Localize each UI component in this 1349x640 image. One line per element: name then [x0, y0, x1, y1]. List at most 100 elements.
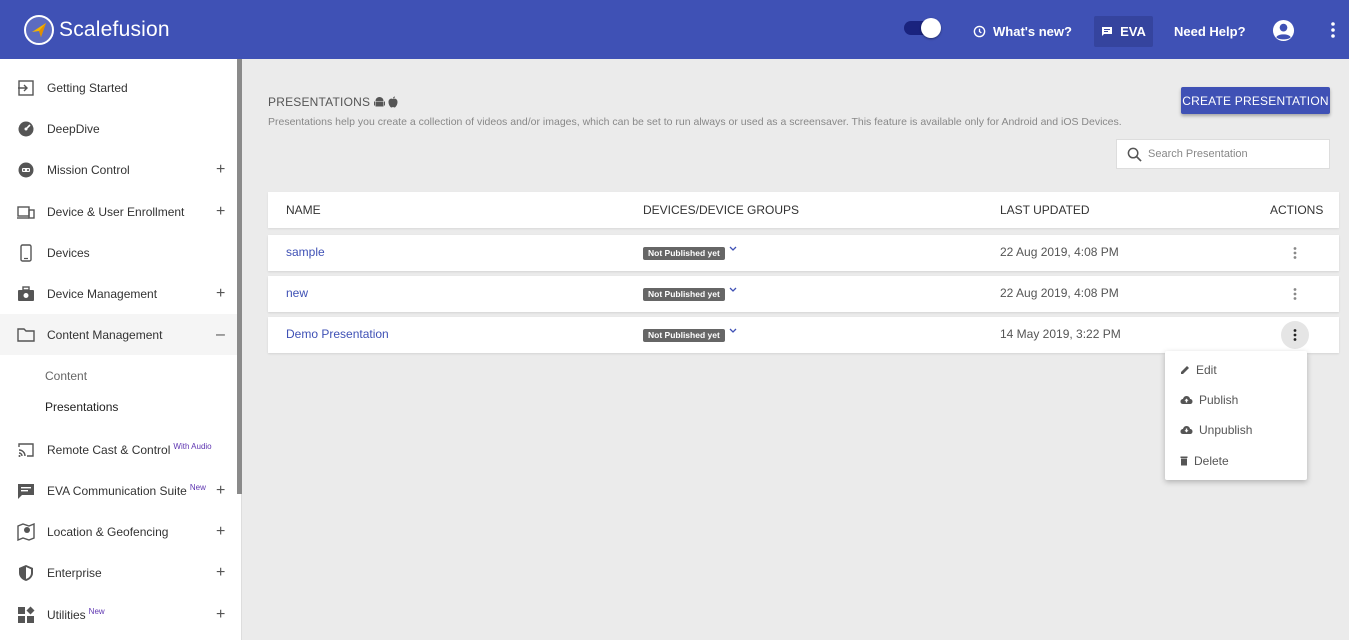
presentation-name-link[interactable]: sample: [286, 245, 325, 259]
robot-icon: [18, 162, 34, 178]
more-vert-icon[interactable]: [1330, 22, 1336, 38]
menu-item-publish[interactable]: Publish: [1165, 385, 1307, 415]
expand-icon[interactable]: +: [216, 606, 225, 624]
sidebar-subitem-presentations[interactable]: Presentations: [45, 400, 118, 414]
table-row: new Not Published yet 22 Aug 2019, 4:08 …: [268, 276, 1339, 312]
need-help-label: Need Help?: [1174, 23, 1246, 39]
menu-item-unpublish[interactable]: Unpublish: [1165, 415, 1307, 445]
menu-item-label: Publish: [1199, 393, 1239, 407]
last-updated: 22 Aug 2019, 4:08 PM: [1000, 286, 1119, 300]
last-updated: 14 May 2019, 3:22 PM: [1000, 327, 1121, 341]
column-header-last-updated[interactable]: LAST UPDATED: [1000, 203, 1090, 217]
chevron-down-icon[interactable]: [729, 287, 737, 293]
exit-to-app-icon: [18, 80, 34, 96]
toggle-knob: [921, 18, 941, 38]
brand-name: Scalefusion: [59, 18, 170, 41]
account-icon[interactable]: [1272, 19, 1295, 42]
page-description: Presentations help you create a collecti…: [268, 116, 1122, 128]
sidebar-item-location[interactable]: Location & Geofencing +: [0, 511, 237, 552]
expand-icon[interactable]: +: [216, 482, 225, 500]
chevron-down-icon[interactable]: [729, 246, 737, 252]
page-title-text: PRESENTATIONS: [268, 95, 371, 109]
menu-item-delete[interactable]: Delete: [1165, 446, 1307, 476]
sidebar-item-device-management[interactable]: Device Management +: [0, 273, 237, 314]
theme-toggle[interactable]: [904, 18, 941, 38]
top-app-bar: Scalefusion What's new? EVA Need Help?: [0, 0, 1349, 59]
presentation-name-link[interactable]: new: [286, 286, 308, 300]
chat-icon: [18, 484, 34, 499]
sidebar-item-enterprise[interactable]: Enterprise +: [0, 552, 237, 593]
search-icon: [1127, 147, 1142, 162]
search-box: [1116, 139, 1330, 169]
sidebar-item-label: Enterprise: [47, 565, 102, 580]
table-header: NAME DEVICES/DEVICE GROUPS LAST UPDATED …: [268, 192, 1339, 228]
clock-icon: [973, 25, 986, 37]
sidebar-item-eva-communication[interactable]: EVA Communication Suite New +: [0, 470, 237, 511]
eva-button[interactable]: EVA: [1094, 16, 1153, 47]
expand-icon[interactable]: +: [216, 523, 225, 541]
sidebar-item-label: Getting Started: [47, 80, 128, 95]
last-updated: 22 Aug 2019, 4:08 PM: [1000, 245, 1119, 259]
row-actions-button[interactable]: [1281, 280, 1309, 308]
eva-label: EVA: [1120, 24, 1146, 39]
brand[interactable]: Scalefusion: [24, 14, 170, 46]
cloud-download-icon: [1180, 426, 1193, 434]
sidebar-item-label: Utilities New: [47, 607, 105, 622]
expand-icon[interactable]: +: [216, 285, 225, 303]
sidebar-item-utilities[interactable]: Utilities New +: [0, 594, 237, 635]
sidebar-item-mission-control[interactable]: Mission Control +: [0, 149, 237, 190]
presentation-name-link[interactable]: Demo Presentation: [286, 327, 389, 341]
sidebar-item-content-management[interactable]: Content Management –: [0, 314, 237, 355]
row-actions-menu: Edit Publish Unpublish Delete: [1165, 351, 1307, 480]
status-badge: Not Published yet: [643, 288, 725, 301]
sidebar-subitem-content[interactable]: Content: [45, 369, 87, 383]
whats-new-label: What's new?: [993, 23, 1072, 39]
status-badge: Not Published yet: [643, 247, 725, 260]
sidebar-item-devices[interactable]: Devices: [0, 232, 237, 273]
column-header-actions: ACTIONS: [1270, 203, 1324, 217]
sidebar-item-enrollment[interactable]: Device & User Enrollment +: [0, 191, 237, 232]
shield-icon: [19, 565, 33, 581]
sidebar-item-label: Device & User Enrollment: [47, 204, 185, 219]
more-vert-icon: [1293, 288, 1297, 300]
row-actions-button[interactable]: [1281, 321, 1309, 349]
cloud-upload-icon: [1180, 396, 1193, 404]
expand-icon[interactable]: +: [216, 203, 225, 221]
sidebar-item-label: Content Management: [47, 327, 163, 342]
sidebar-scrollbar[interactable]: [237, 59, 242, 494]
sidebar-item-label: EVA Communication Suite New: [47, 483, 206, 498]
map-marker-icon: [17, 523, 35, 541]
with-audio-tag: With Audio: [173, 442, 212, 451]
column-header-name[interactable]: NAME: [286, 203, 321, 217]
row-actions-button[interactable]: [1281, 239, 1309, 267]
sidebar-item-remote-cast[interactable]: Remote Cast & Control With Audio: [0, 429, 237, 470]
sidebar-item-label: Location & Geofencing: [47, 524, 169, 539]
sidebar-item-label: Devices: [47, 245, 90, 260]
new-tag: New: [189, 483, 206, 492]
whats-new-link[interactable]: What's new?: [973, 17, 1072, 45]
phone-icon: [20, 244, 32, 262]
new-tag: New: [88, 607, 105, 616]
folder-icon: [17, 328, 35, 342]
menu-item-label: Edit: [1196, 363, 1217, 377]
menu-item-edit[interactable]: Edit: [1165, 355, 1307, 385]
expand-icon[interactable]: +: [216, 564, 225, 582]
need-help-link[interactable]: Need Help?: [1174, 17, 1246, 45]
expand-icon[interactable]: +: [216, 161, 225, 179]
sidebar-item-label: Mission Control: [47, 162, 130, 177]
briefcase-icon: [18, 286, 34, 301]
collapse-icon[interactable]: –: [216, 326, 225, 344]
sidebar-item-getting-started[interactable]: Getting Started: [0, 67, 237, 108]
pencil-icon: [1181, 366, 1189, 374]
menu-item-label: Unpublish: [1199, 423, 1253, 437]
sidebar-item-deepdive[interactable]: DeepDive: [0, 108, 237, 149]
search-input[interactable]: [1148, 148, 1318, 160]
sidebar: Getting Started DeepDive Mission Control…: [0, 59, 242, 640]
brand-logo-icon: [24, 15, 54, 45]
chevron-down-icon[interactable]: [729, 328, 737, 334]
menu-item-label: Delete: [1194, 454, 1229, 468]
sidebar-item-text: EVA Communication Suite: [47, 484, 187, 498]
sidebar-item-label: DeepDive: [47, 121, 100, 136]
sidebar-item-text: Utilities: [47, 608, 86, 622]
create-presentation-button[interactable]: CREATE PRESENTATION: [1181, 87, 1330, 114]
